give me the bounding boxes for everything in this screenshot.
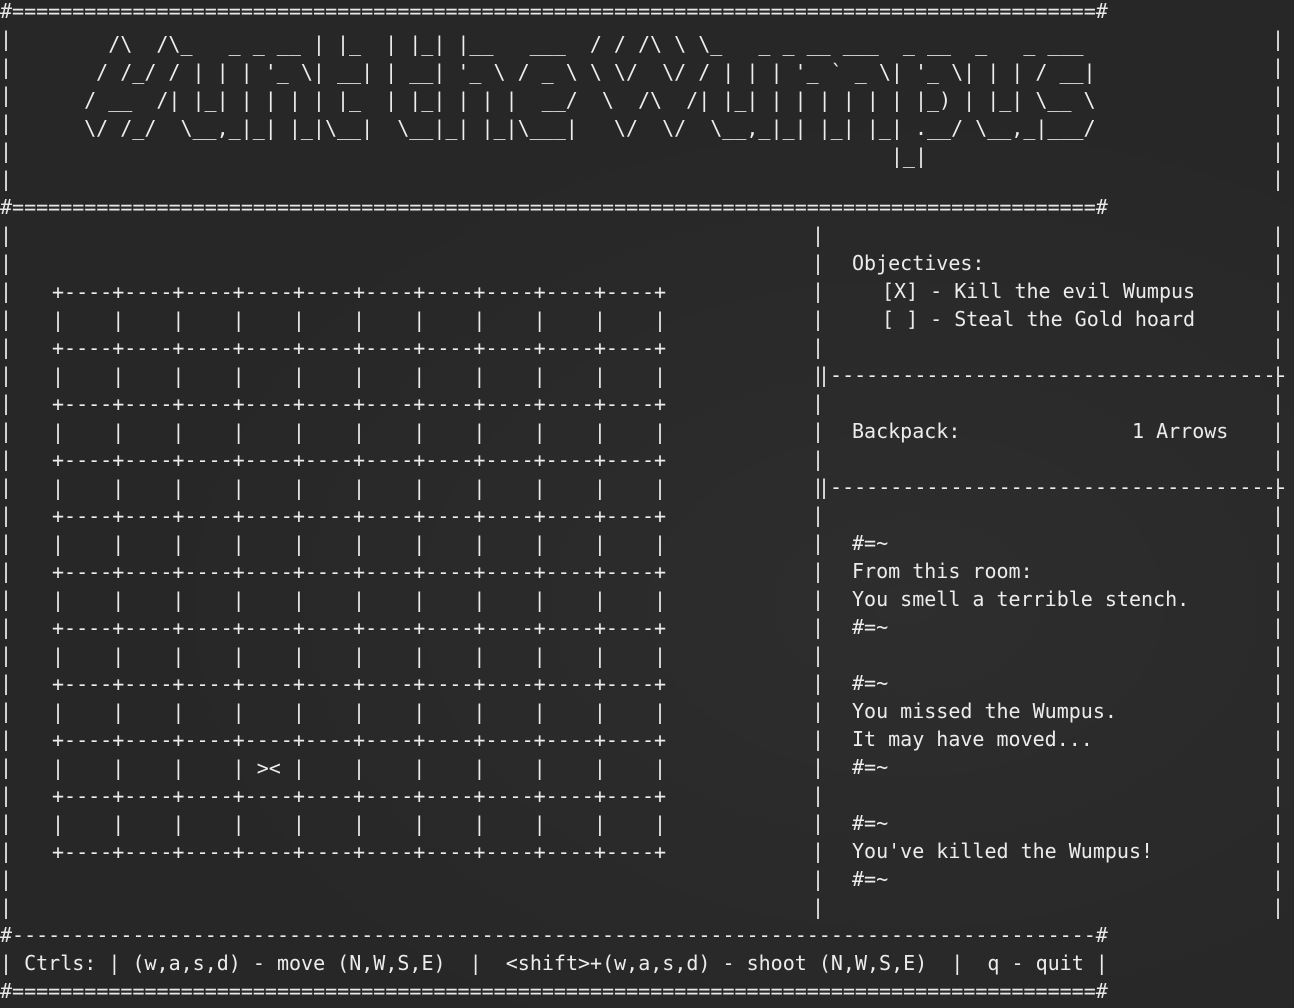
message-delimiter: #=~ (852, 811, 889, 835)
panel-separator: |---------------------------------------… (818, 475, 1286, 499)
left-border-main: | | | | | | | | | | | | | | | | | | | | … (0, 223, 13, 919)
game-board: +----+----+----+----+----+----+----+----… (52, 280, 667, 864)
panel-divider: | | | | | | | | | | | | | | | | | | | | … (812, 223, 825, 919)
message-delimiter: #=~ (852, 755, 889, 779)
right-border-main: | | | | | | | | | | | | | | | | | | | | … (1272, 223, 1285, 919)
banner-border: #=======================================… (0, 195, 1108, 219)
message-line: You smell a terrible stench. (852, 587, 1190, 611)
top-border: #=======================================… (0, 0, 1108, 23)
backpack-value: 1 Arrows (1132, 419, 1229, 443)
controls-bar: | Ctrls: | (w,a,s,d) - move (N,W,S,E) | … (0, 951, 1108, 975)
bottom-border: #=======================================… (0, 979, 1108, 1003)
objective-steal-gold: [ ] - Steal the Gold hoard (882, 307, 1196, 331)
message-log: #=~ From this room: You smell a terrible… (852, 529, 1189, 893)
title-banner: /\ /\_ _ _ __ | |_ | |_| |__ ___ / / /\ … (84, 32, 1096, 168)
message-line: It may have moved... (852, 727, 1093, 751)
shoot-hint: <shift>+(w,a,s,d) - shoot (N,W,S,E) (505, 951, 928, 975)
panel-separator: |---------------------------------------… (818, 363, 1286, 387)
controls-top-border: #---------------------------------------… (0, 923, 1108, 947)
left-border-top: | | | | | | (0, 27, 13, 191)
backpack-label: Backpack: (852, 419, 961, 443)
quit-hint: q - quit (987, 951, 1084, 975)
terminal-window: #=======================================… (0, 0, 1294, 1008)
controls-label: Ctrls: (24, 951, 97, 975)
objectives-heading: Objectives: (852, 251, 985, 275)
message-line: You've killed the Wumpus! (852, 839, 1154, 863)
message-delimiter: #=~ (852, 671, 889, 695)
message-delimiter: #=~ (852, 615, 889, 639)
message-line: From this room: (852, 559, 1033, 583)
objective-kill-wumpus: [X] - Kill the evil Wumpus (882, 279, 1196, 303)
message-line: You missed the Wumpus. (852, 699, 1117, 723)
right-border-top: | | | | | | (1272, 27, 1285, 191)
message-delimiter: #=~ (852, 531, 889, 555)
move-hint: (w,a,s,d) - move (N,W,S,E) (132, 951, 446, 975)
message-delimiter: #=~ (852, 867, 889, 891)
